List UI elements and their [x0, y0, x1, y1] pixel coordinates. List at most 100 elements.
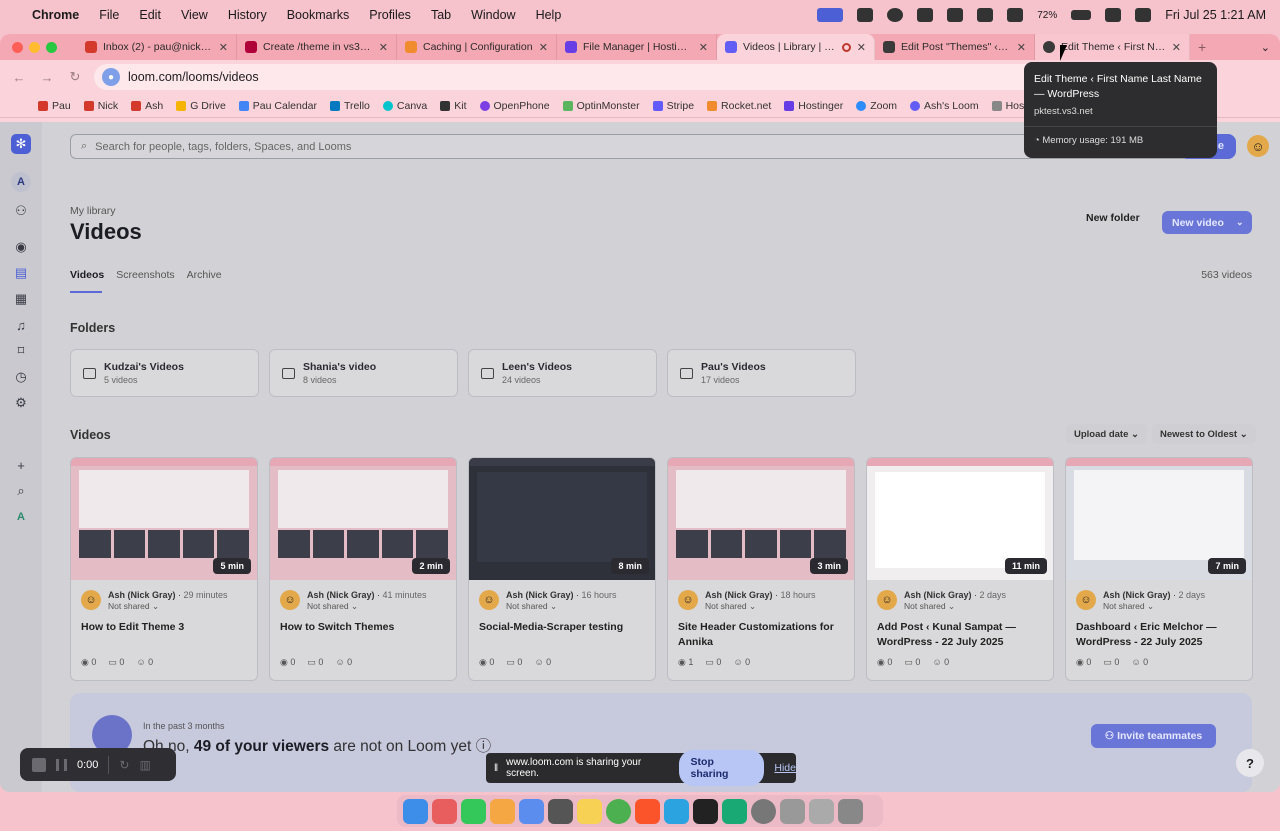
- bookmark-trello[interactable]: Trello: [330, 100, 370, 112]
- tab-edit-theme[interactable]: Edit Theme ‹ First Name ✕: [1035, 34, 1190, 60]
- video-card[interactable]: 11 min ☺ Ash (Nick Gray) · 2 days Not shar…: [866, 457, 1054, 681]
- hide-button[interactable]: Hide: [774, 762, 796, 774]
- control-center-icon[interactable]: [1135, 8, 1152, 22]
- keynote-icon[interactable]: [519, 798, 544, 824]
- grammarly-icon[interactable]: [857, 8, 874, 22]
- help-button[interactable]: ?: [1236, 749, 1264, 777]
- sort-field-select[interactable]: Upload date ⌄: [1066, 424, 1147, 444]
- bookmark-optinmonster[interactable]: OptinMonster: [562, 100, 640, 112]
- restart-icon[interactable]: ↻: [119, 758, 129, 772]
- mic-icon[interactable]: ●: [102, 68, 120, 86]
- folder-card[interactable]: Kudzai's Videos 5 videos: [70, 349, 259, 397]
- video-title[interactable]: Dashboard ‹ Eric Melchor — WordPress - 2…: [1076, 620, 1244, 650]
- bookmark-canva[interactable]: Canva: [382, 100, 427, 112]
- tab-loom-videos[interactable]: Videos | Library | Loom ✕: [717, 34, 875, 60]
- settings-icon[interactable]: ⚙: [12, 394, 30, 412]
- loom-logo-icon[interactable]: ✻: [11, 134, 31, 154]
- tab-search-icon[interactable]: ⌄: [1261, 41, 1270, 54]
- menu-bookmarks[interactable]: Bookmarks: [287, 8, 350, 22]
- new-folder-button[interactable]: New folder: [1086, 212, 1140, 224]
- info-icon[interactable]: [887, 8, 904, 22]
- profile-icon[interactable]: ◉: [12, 238, 30, 256]
- video-title[interactable]: Site Header Customizations for Annika: [678, 620, 846, 650]
- tab-archive[interactable]: Archive: [187, 269, 222, 281]
- close-tab-icon[interactable]: ✕: [219, 41, 228, 54]
- video-title[interactable]: How to Edit Theme 3: [81, 620, 249, 635]
- share-status[interactable]: Not shared ⌄: [307, 601, 427, 612]
- share-status[interactable]: Not shared ⌄: [1103, 601, 1205, 612]
- launchpad-icon[interactable]: [432, 798, 457, 824]
- clock[interactable]: Fri Jul 25 1:21 AM: [1165, 8, 1266, 22]
- bookmark-hostinger[interactable]: Hostinger: [784, 100, 843, 112]
- video-title[interactable]: Add Post ‹ Kunal Sampat — WordPress - 22…: [877, 620, 1045, 650]
- minimize-window-button[interactable]: [29, 41, 40, 53]
- video-thumbnail[interactable]: 5 min: [71, 458, 257, 580]
- trash-icon[interactable]: ▥: [139, 758, 150, 772]
- video-card[interactable]: 3 min ☺ Ash (Nick Gray) · 18 hours Not sha…: [667, 457, 855, 681]
- video-thumbnail[interactable]: 11 min: [867, 458, 1053, 580]
- wifi-icon[interactable]: [1105, 8, 1122, 22]
- space-avatar[interactable]: A: [12, 508, 30, 526]
- menu-chrome[interactable]: Chrome: [32, 8, 79, 22]
- trash-icon[interactable]: [838, 798, 863, 824]
- maximize-window-button[interactable]: [46, 41, 57, 53]
- share-status[interactable]: Not shared ⌄: [108, 601, 228, 612]
- video-card[interactable]: 5 min ☺ Ash (Nick Gray) · 29 minutes Not s…: [70, 457, 258, 681]
- add-icon[interactable]: +: [12, 456, 30, 474]
- library-icon[interactable]: ▤: [12, 264, 30, 282]
- share-status[interactable]: Not shared ⌄: [506, 601, 617, 612]
- close-tab-icon[interactable]: ✕: [1017, 41, 1026, 54]
- menu-help[interactable]: Help: [536, 8, 562, 22]
- workspace-avatar[interactable]: A: [11, 172, 31, 192]
- new-video-button[interactable]: New video ⌄: [1162, 211, 1252, 234]
- messages-icon[interactable]: [461, 798, 486, 824]
- close-tab-icon[interactable]: ✕: [379, 41, 388, 54]
- menu-view[interactable]: View: [181, 8, 208, 22]
- bookmark-stripe[interactable]: Stripe: [652, 100, 694, 112]
- stop-sharing-button[interactable]: Stop sharing: [678, 750, 765, 786]
- bookmark-nick[interactable]: Nick: [83, 100, 118, 112]
- tab-gmail[interactable]: Inbox (2) - pau@nickgray ✕: [77, 34, 237, 60]
- battery-icon[interactable]: [1071, 10, 1092, 20]
- tab-caching[interactable]: Caching | Configuration ✕: [397, 34, 557, 60]
- pause-recording-button[interactable]: [56, 758, 67, 771]
- reload-icon[interactable]: ↻: [66, 69, 84, 85]
- menu-history[interactable]: History: [228, 8, 267, 22]
- history-icon[interactable]: ◷: [12, 368, 30, 386]
- video-card[interactable]: 8 min ☺ Ash (Nick Gray) · 16 hours Not sha…: [468, 457, 656, 681]
- bookmark-icon[interactable]: ⌑: [12, 342, 30, 360]
- pen-icon[interactable]: [917, 8, 934, 22]
- video-thumbnail[interactable]: 3 min: [668, 458, 854, 580]
- video-card[interactable]: 7 min ☺ Ash (Nick Gray) · 2 days Not share…: [1065, 457, 1253, 681]
- bookmark-pau[interactable]: Pau: [38, 100, 71, 112]
- chrome-icon[interactable]: [606, 798, 631, 824]
- equalizer-icon[interactable]: [947, 8, 964, 22]
- folder-card[interactable]: Shania's video 8 videos: [269, 349, 458, 397]
- calendar-icon[interactable]: ▦: [12, 290, 30, 308]
- downloads-folder-icon[interactable]: [809, 798, 834, 824]
- bookmark-ash-loom[interactable]: Ash's Loom: [910, 100, 979, 112]
- share-status[interactable]: Not shared ⌄: [904, 601, 1006, 612]
- bookmark-gdrive[interactable]: G Drive: [176, 100, 226, 112]
- video-card[interactable]: 2 min ☺ Ash (Nick Gray) · 41 minutes Not s…: [269, 457, 457, 681]
- folder-card[interactable]: Pau's Videos 17 videos: [667, 349, 856, 397]
- folder-icon[interactable]: [780, 798, 805, 824]
- video-title[interactable]: How to Switch Themes: [280, 620, 448, 635]
- forward-icon[interactable]: →: [38, 70, 56, 85]
- video-thumbnail[interactable]: 2 min: [270, 458, 456, 580]
- close-tab-icon[interactable]: ✕: [1172, 41, 1181, 54]
- tab-screenshots[interactable]: Screenshots: [116, 269, 174, 281]
- brave-icon[interactable]: [635, 798, 660, 824]
- settings-icon[interactable]: [751, 798, 776, 824]
- bookmark-kit[interactable]: Kit: [440, 100, 467, 112]
- video-thumbnail[interactable]: 7 min: [1066, 458, 1252, 580]
- video-title[interactable]: Social-Media-Scraper testing: [479, 620, 647, 635]
- chatgpt-icon[interactable]: [722, 798, 747, 824]
- calculator-icon[interactable]: [548, 798, 573, 824]
- cloud-icon[interactable]: [1007, 8, 1024, 22]
- cube-app-icon[interactable]: [693, 798, 718, 824]
- breadcrumb[interactable]: My library: [70, 205, 116, 217]
- bookmark-pau-calendar[interactable]: Pau Calendar: [238, 100, 317, 112]
- close-window-button[interactable]: [12, 41, 23, 53]
- tab-file-manager[interactable]: File Manager | Hostinger ✕: [557, 34, 717, 60]
